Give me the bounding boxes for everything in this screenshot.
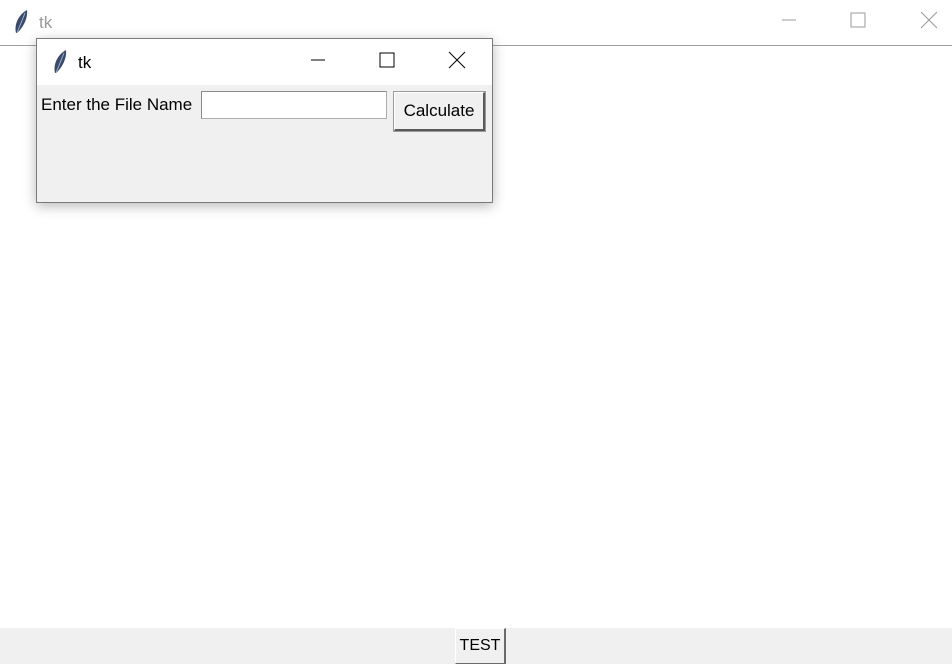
maximize-icon [379, 52, 395, 73]
close-icon [448, 51, 466, 74]
test-button[interactable]: TEST [455, 628, 506, 664]
dialog-title: tk [78, 53, 92, 72]
main-minimize-button[interactable] [766, 0, 812, 45]
minimize-icon [310, 52, 326, 73]
dialog-maximize-button[interactable] [364, 39, 410, 85]
close-icon [920, 11, 938, 34]
file-name-label: Enter the File Name [41, 95, 193, 114]
main-close-button[interactable] [906, 0, 952, 45]
dialog-body: Enter the File Name Calculate [37, 85, 492, 202]
minimize-icon [781, 12, 797, 33]
dialog-window: tk Enter the File Name Calculate [36, 38, 493, 203]
dialog-minimize-button[interactable] [295, 39, 341, 85]
main-window-title: tk [39, 13, 53, 32]
calculate-button[interactable]: Calculate [393, 91, 486, 132]
dialog-close-button[interactable] [434, 39, 480, 85]
dialog-titlebar[interactable]: tk [37, 39, 492, 85]
feather-icon [12, 9, 30, 35]
maximize-icon [850, 12, 866, 33]
main-maximize-button[interactable] [835, 0, 881, 45]
feather-icon [51, 49, 69, 75]
file-name-input[interactable] [201, 91, 387, 119]
